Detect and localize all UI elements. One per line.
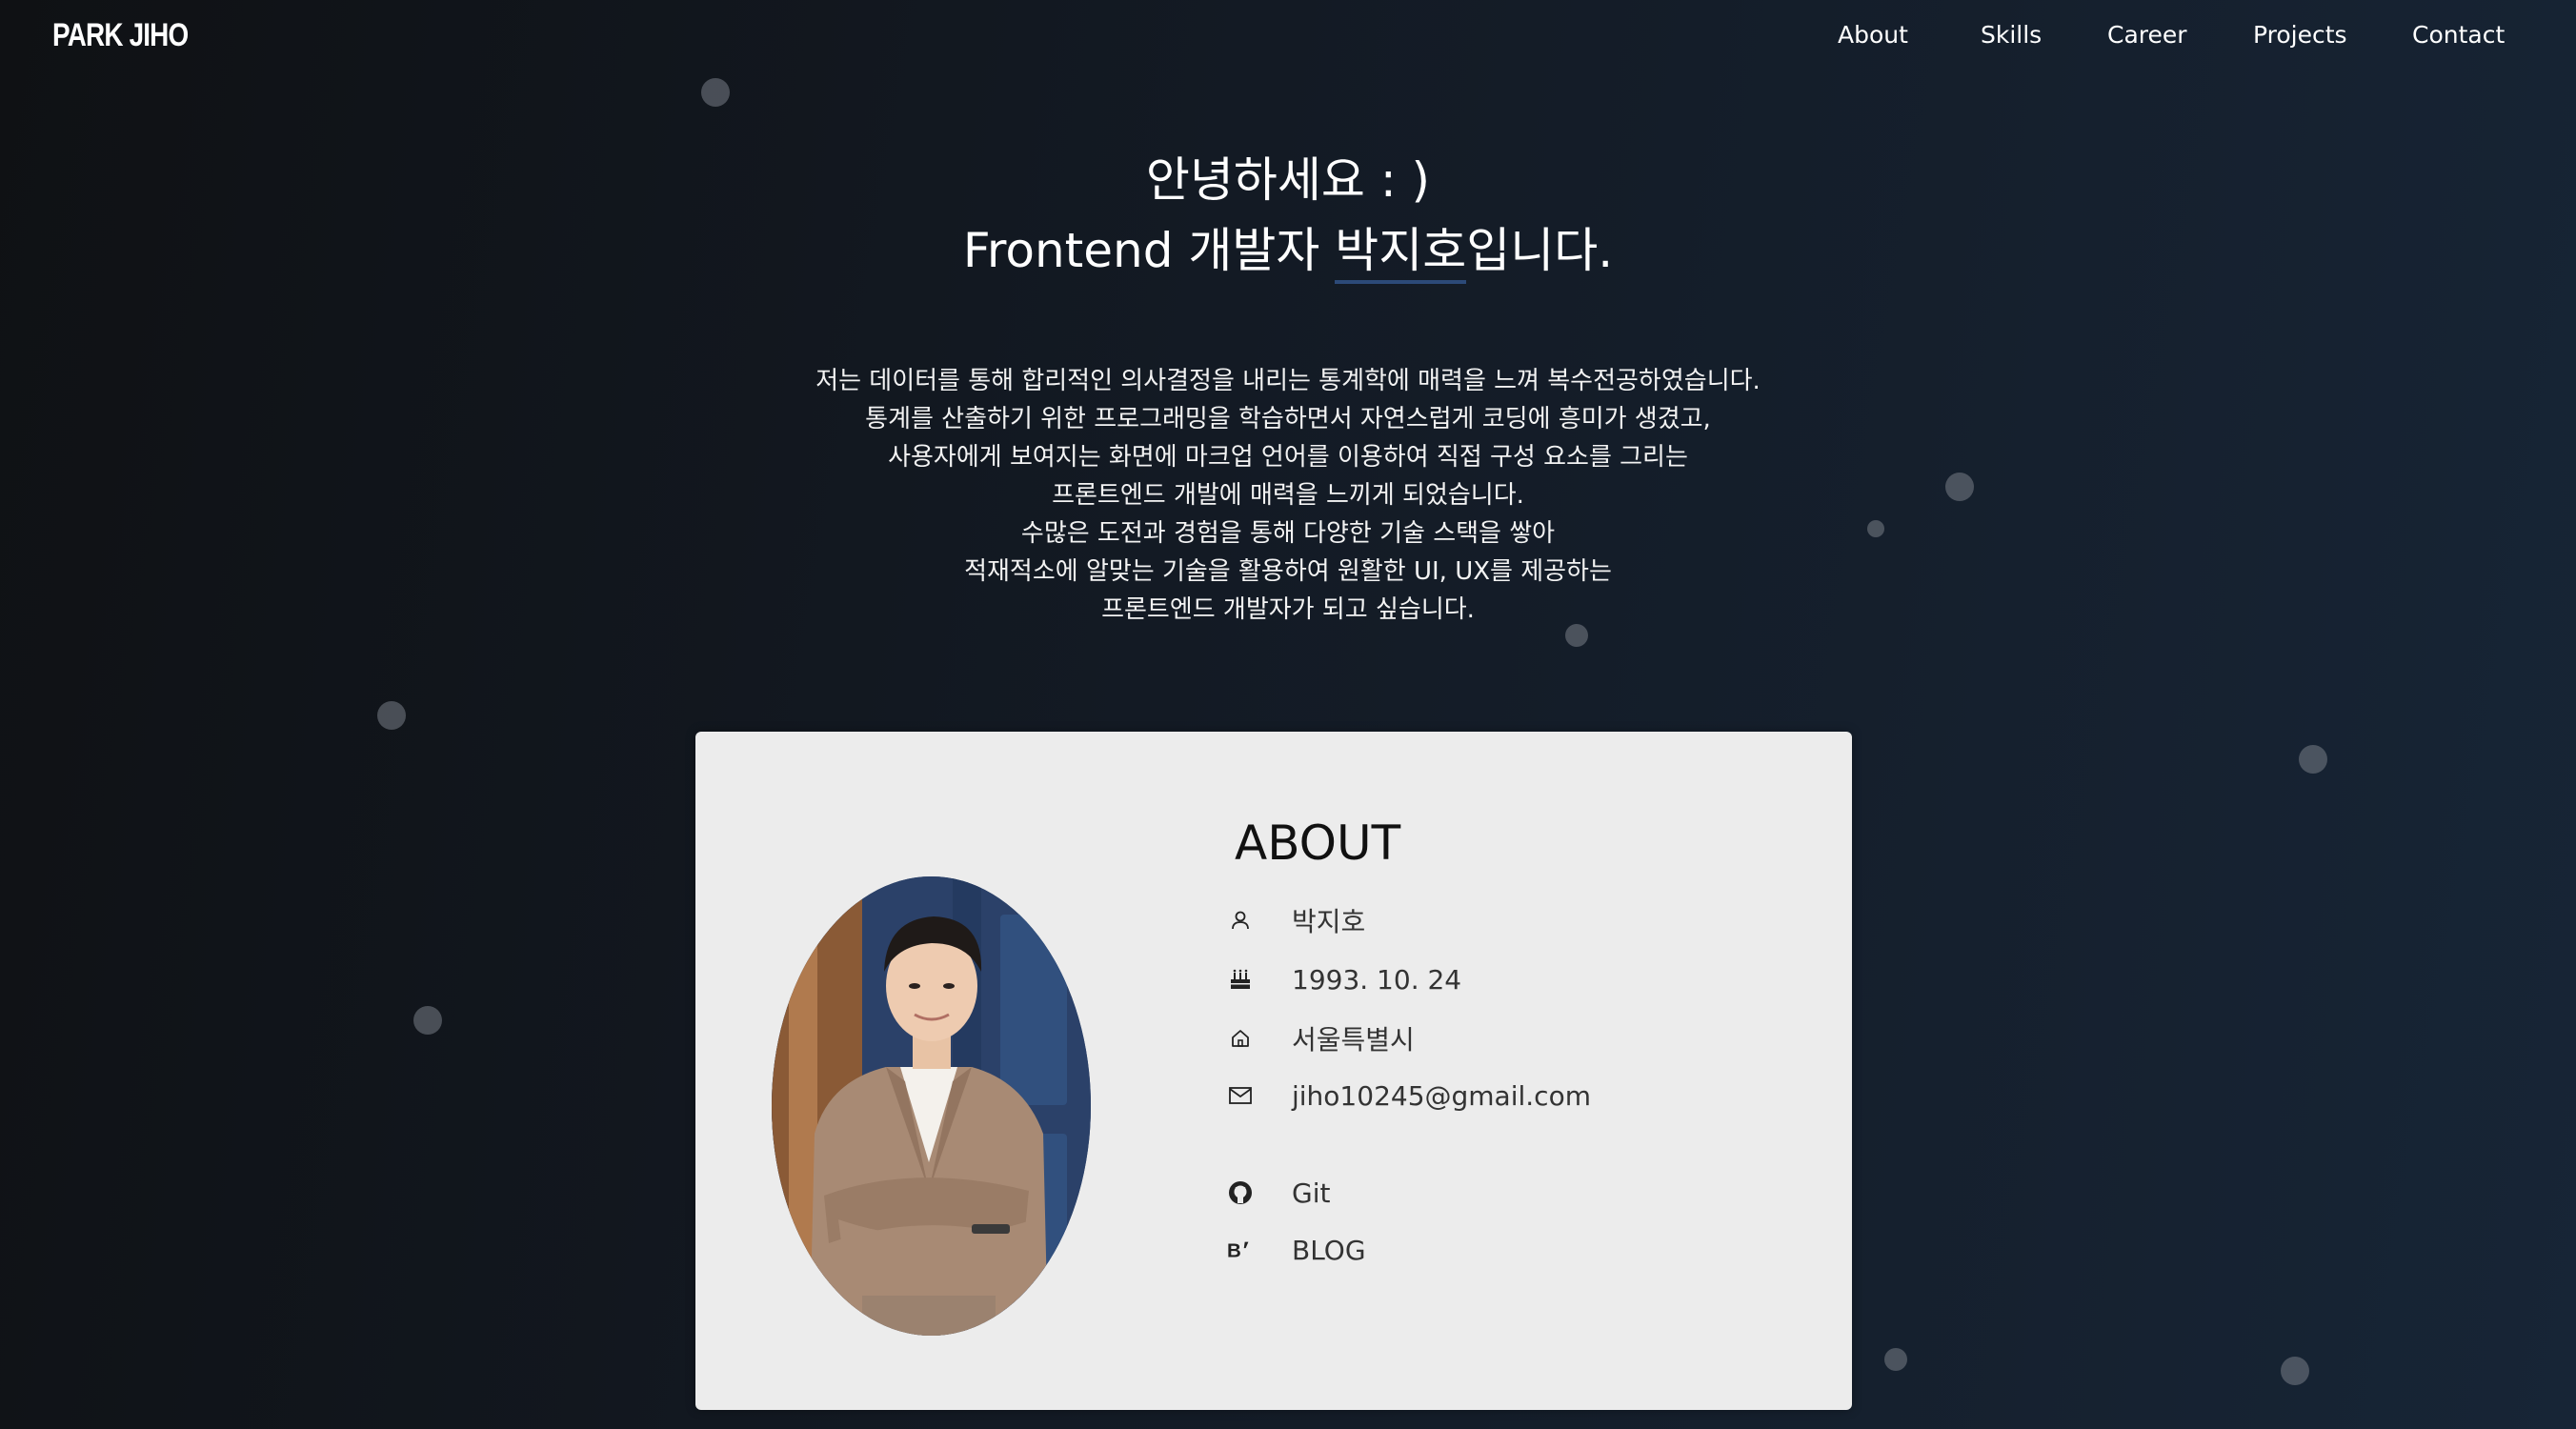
profile-photo [772,876,1091,1336]
svg-text:B: B [1227,1239,1241,1261]
hero-role-prefix: Frontend 개발자 [962,223,1336,278]
intro-line: 사용자에게 보여지는 화면에 마크업 언어를 이용하여 직접 구성 요소를 그리… [888,443,1688,472]
cake-icon [1227,966,1254,993]
hero-greeting: 안녕하세요 : ) [1145,152,1431,208]
nav-item-skills[interactable]: Skills [1981,21,2042,53]
floating-dot [377,701,406,730]
floating-dot [1884,1348,1907,1371]
intro-line: 프론트엔드 개발에 매력을 느끼게 되었습니다. [1052,481,1524,510]
github-icon [1227,1179,1254,1206]
floating-dot [2281,1357,2309,1385]
blog-icon: B [1227,1237,1254,1263]
git-link[interactable]: Git [1227,1174,1330,1212]
nav-item-career[interactable]: Career [2107,21,2187,53]
top-navigation: PARK JIHO About Skills Career Projects C… [0,0,2576,74]
about-location-row: 서울특별시 [1227,1019,1415,1057]
hero-role: Frontend 개발자 박지호입니다. [0,215,2576,286]
nav-item-about[interactable]: About [1838,21,1908,53]
about-title: ABOUT [1235,815,1401,871]
intro-line: 통계를 산출하기 위한 프로그래밍을 학습하면서 자연스럽게 코딩에 흥미가 생… [865,405,1711,433]
intro-paragraph: 저는 데이터를 통해 합리적인 의사결정을 내리는 통계학에 매력을 느껴 복수… [0,362,2576,629]
intro-line: 프론트엔드 개발자가 되고 싶습니다. [1101,595,1475,624]
person-icon [1227,907,1254,934]
nav-item-projects[interactable]: Projects [2253,21,2347,53]
about-name: 박지호 [1292,906,1366,937]
about-card: ABOUT 박지호 1993. 10. 24 서울특별시 jiho10245@g… [695,732,1852,1410]
floating-dot [2299,745,2327,774]
nav-item-contact[interactable]: Contact [2412,21,2505,53]
about-name-row: 박지호 [1227,901,1365,939]
hero-role-suffix: 입니다. [1466,223,1614,278]
floating-dot [413,1006,442,1035]
intro-line: 저는 데이터를 통해 합리적인 의사결정을 내리는 통계학에 매력을 느껴 복수… [815,367,1761,395]
about-email[interactable]: jiho10245@gmail.com [1292,1080,1591,1112]
site-logo[interactable]: PARK JIHO [52,17,189,54]
about-email-row: jiho10245@gmail.com [1227,1077,1591,1115]
about-birth: 1993. 10. 24 [1292,963,1462,996]
profile-photo-illustration [772,876,1091,1336]
hero-heading: 안녕하세요 : ) Frontend 개발자 박지호입니다. [0,145,2576,286]
about-location: 서울특별시 [1292,1024,1415,1056]
blog-link[interactable]: B BLOG [1227,1231,1366,1269]
intro-line: 수많은 도전과 경험을 통해 다양한 기술 스택을 쌓아 [1020,519,1556,548]
intro-line: 적재적소에 알맞는 기술을 활용하여 원활한 UI, UX를 제공하는 [964,557,1612,586]
git-link-label: Git [1292,1177,1331,1209]
about-birth-row: 1993. 10. 24 [1227,960,1461,998]
blog-link-label: BLOG [1292,1234,1366,1266]
hero-name-highlight: 박지호 [1335,223,1467,284]
mail-icon [1227,1082,1254,1109]
floating-dot [701,78,730,107]
home-icon [1227,1025,1254,1052]
